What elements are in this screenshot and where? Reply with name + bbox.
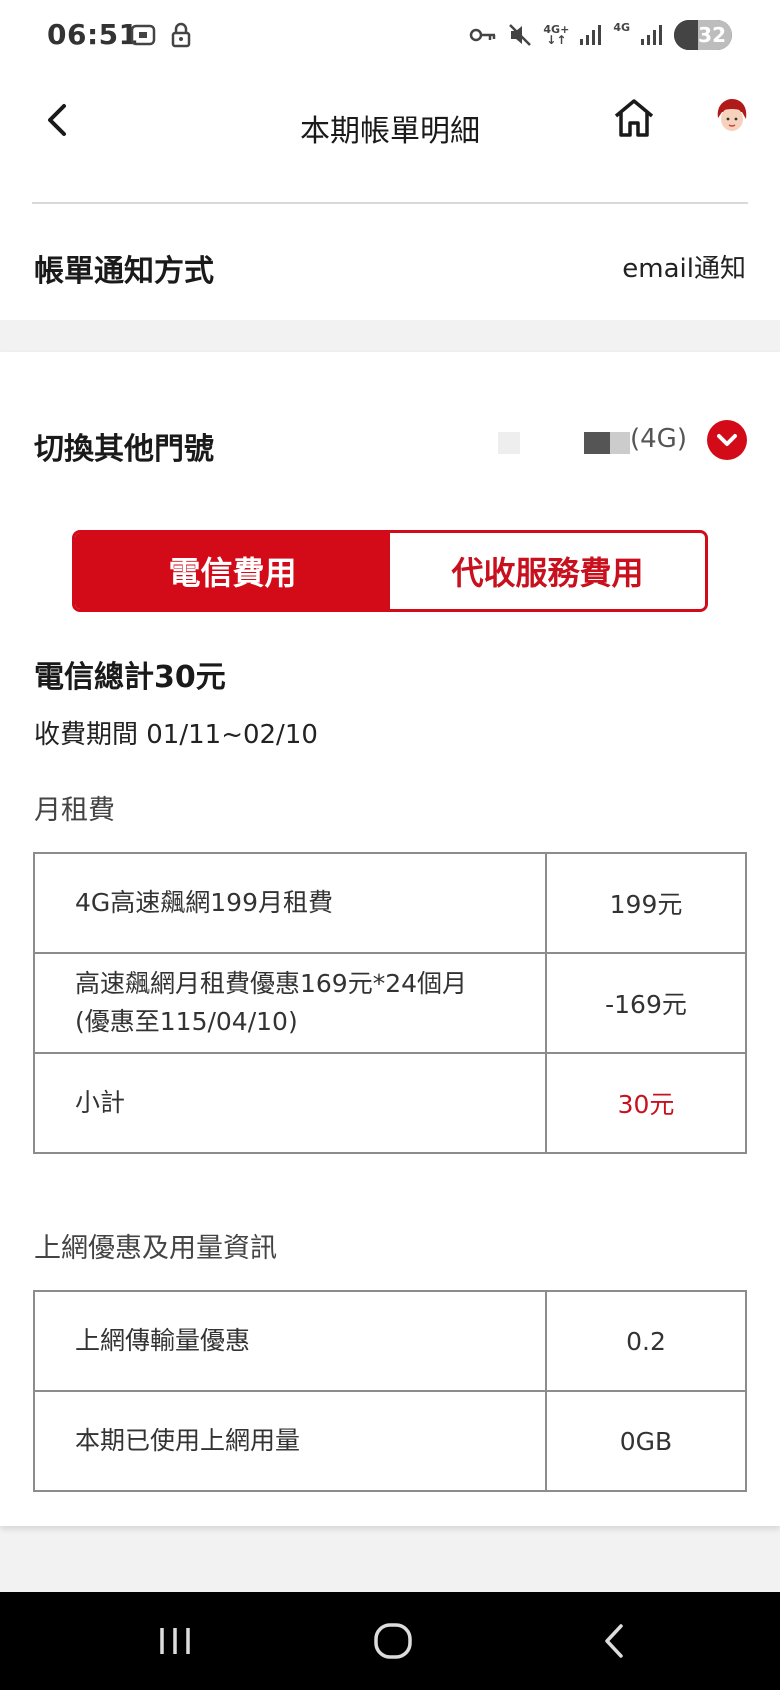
data-usage-title: 上網優惠及用量資訊 — [34, 1233, 277, 1264]
home-button[interactable] — [610, 94, 658, 142]
usage-item-name: 本期已使用上網用量 — [33, 1390, 547, 1492]
table-row: 本期已使用上網用量 0GB — [33, 1390, 747, 1492]
subtotal-label: 小計 — [33, 1052, 547, 1154]
telecom-total: 電信總計30元 — [34, 660, 226, 695]
vpn-key-icon — [470, 28, 496, 42]
recent-apps-button[interactable] — [150, 1616, 200, 1666]
tab-telecom-fee[interactable]: 電信費用 — [75, 533, 390, 609]
tab-collection-service-fee[interactable]: 代收服務費用 — [390, 533, 705, 609]
signal-icon-2 — [641, 25, 662, 45]
fee-item-name-line2: (優惠至115/04/10) — [75, 1007, 298, 1036]
usage-item-name: 上網傳輸量優惠 — [33, 1290, 547, 1392]
status-left-icons — [130, 22, 192, 48]
network-label-2: 4G — [613, 21, 630, 34]
data-usage-table: 上網傳輸量優惠 0.2 本期已使用上網用量 0GB — [33, 1290, 747, 1492]
home-icon — [614, 99, 654, 137]
fee-item-value: -169元 — [545, 952, 747, 1054]
notification-label: 帳單通知方式 — [34, 254, 214, 289]
switch-number-label: 切換其他門號 — [34, 432, 214, 467]
app-header: 本期帳單明細 — [0, 76, 780, 204]
fee-item-name: 4G高速飆網199月租費 — [33, 852, 547, 954]
fee-type-tabs: 電信費用 代收服務費用 — [72, 530, 708, 612]
table-row: 上網傳輸量優惠 0.2 — [33, 1290, 747, 1392]
number-dropdown-button[interactable] — [707, 420, 747, 460]
network-4g-plus: 4G+ ↓↑ — [543, 24, 569, 46]
masked-number-part — [498, 432, 520, 454]
table-row: 4G高速飆網199月租費 199元 — [33, 852, 747, 954]
monthly-fee-title: 月租費 — [34, 795, 115, 826]
monthly-fee-table: 4G高速飆網199月租費 199元 高速飆網月租費優惠169元*24個月 (優惠… — [33, 852, 747, 1154]
system-nav-bar — [0, 1592, 780, 1690]
notification-value: email通知 — [622, 254, 746, 284]
signal-icon — [580, 25, 602, 45]
screenshot-icon — [130, 24, 156, 46]
avatar-icon — [712, 96, 752, 136]
recent-apps-icon — [160, 1628, 190, 1654]
home-circle-icon — [374, 1623, 412, 1659]
data-arrows-icon: ↓↑ — [546, 33, 567, 47]
status-time: 06:51 — [47, 18, 139, 51]
fee-item-name: 高速飆網月租費優惠169元*24個月 (優惠至115/04/10) — [33, 952, 547, 1054]
status-bar: 06:51 4G+ ↓↑ 4G 32 — [0, 0, 780, 76]
table-row: 高速飆網月租費優惠169元*24個月 (優惠至115/04/10) -169元 — [33, 952, 747, 1054]
subtotal-value: 30元 — [545, 1052, 747, 1154]
usage-item-value: 0.2 — [545, 1290, 747, 1392]
home-nav-button[interactable] — [368, 1616, 418, 1666]
usage-item-value: 0GB — [545, 1390, 747, 1492]
avatar[interactable] — [712, 96, 752, 136]
page-title: 本期帳單明細 — [300, 114, 480, 149]
bill-detail-card: 切換其他門號 (4G) 電信費用 代收服務費用 電信總計30元 收費期間 01/… — [0, 352, 780, 1526]
number-network-type: (4G) — [630, 424, 687, 454]
masked-number-part-2 — [584, 432, 610, 454]
fee-item-value: 199元 — [545, 852, 747, 954]
table-row: 小計 30元 — [33, 1052, 747, 1154]
masked-number-part-3 — [610, 432, 630, 454]
battery-indicator: 32 — [674, 20, 732, 50]
lock-icon — [171, 22, 191, 48]
bill-notification-card: 帳單通知方式 email通知 — [0, 204, 780, 320]
battery-level: 32 — [698, 23, 726, 47]
billing-period: 收費期間 01/11~02/10 — [34, 720, 318, 750]
fee-item-name-line1: 高速飆網月租費優惠169元*24個月 — [75, 969, 468, 998]
chevron-down-icon — [717, 434, 737, 446]
back-chevron-icon — [605, 1624, 623, 1658]
mute-icon — [509, 24, 532, 46]
status-right-icons: 4G+ ↓↑ 4G 32 — [469, 20, 732, 50]
back-nav-button[interactable] — [590, 1616, 640, 1666]
